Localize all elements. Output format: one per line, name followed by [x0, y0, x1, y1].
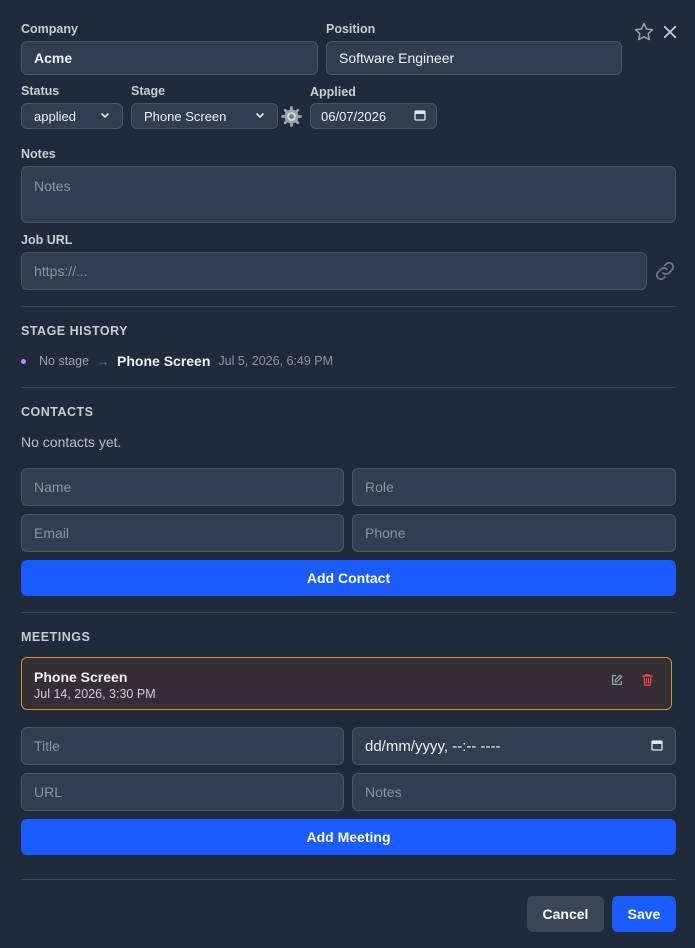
chevron-down-icon — [255, 110, 265, 123]
close-icon[interactable] — [659, 21, 681, 43]
status-select[interactable]: applied — [21, 103, 123, 129]
divider — [21, 612, 676, 613]
applied-value: 06/07/2026 — [321, 108, 387, 124]
applied-label: Applied — [310, 85, 356, 99]
calendar-icon[interactable] — [414, 109, 426, 124]
stage-history-title: STAGE HISTORY — [21, 324, 128, 338]
stage-history-entry: No stage → Phone Screen Jul 5, 2026, 6:4… — [21, 352, 333, 370]
contact-role-input[interactable]: Role — [352, 468, 676, 506]
stage-dot — [21, 358, 26, 364]
add-contact-button[interactable]: Add Contact — [21, 560, 676, 596]
divider — [21, 879, 676, 880]
company-label: Company — [21, 22, 78, 36]
company-value: Acme — [34, 50, 73, 66]
stage-label: Stage — [131, 84, 166, 98]
email-placeholder: Email — [34, 525, 70, 541]
contact-email-input[interactable]: Email — [21, 514, 344, 552]
status-label: Status — [21, 84, 60, 98]
meeting-time: Jul 14, 2026, 3:30 PM — [34, 687, 156, 701]
notes-placeholder: Notes — [34, 178, 71, 194]
stage-time: Jul 5, 2026, 6:49 PM — [218, 354, 334, 368]
role-placeholder: Role — [365, 479, 394, 495]
save-button[interactable]: Save — [612, 896, 676, 932]
status-value: applied — [34, 108, 76, 124]
job-url-placeholder: https://... — [34, 263, 88, 279]
contacts-title: CONTACTS — [21, 405, 94, 419]
arrow-right-icon: → — [97, 354, 110, 368]
gear-icon[interactable] — [281, 106, 302, 127]
calendar-icon[interactable] — [651, 738, 663, 754]
job-url-label: Job URL — [21, 233, 73, 247]
chevron-down-icon — [100, 110, 110, 123]
applied-date-input[interactable]: 06/07/2026 — [310, 103, 437, 129]
link-icon[interactable] — [653, 259, 677, 283]
company-input[interactable]: Acme — [21, 41, 318, 75]
name-placeholder: Name — [34, 479, 72, 495]
meeting-datetime-input[interactable]: dd/mm/yyyy, --:-- ---- — [352, 727, 676, 765]
add-meeting-button[interactable]: Add Meeting — [21, 819, 676, 855]
phone-placeholder: Phone — [365, 525, 406, 541]
meeting-notes-input[interactable]: Notes — [352, 773, 676, 811]
meeting-title-input[interactable]: Title — [21, 727, 344, 765]
position-value: Software Engineer — [339, 50, 455, 66]
divider — [21, 387, 676, 388]
cancel-button[interactable]: Cancel — [527, 896, 604, 932]
title-placeholder: Title — [34, 738, 60, 754]
job-url-input[interactable]: https://... — [21, 252, 647, 290]
meeting-title: Phone Screen — [34, 669, 128, 685]
meetings-title: MEETINGS — [21, 630, 91, 644]
contacts-empty-text: No contacts yet. — [21, 434, 122, 450]
meeting-notes-placeholder: Notes — [365, 784, 402, 800]
meeting-url-input[interactable]: URL — [21, 773, 344, 811]
url-placeholder: URL — [34, 784, 63, 800]
position-input[interactable]: Software Engineer — [326, 41, 622, 75]
notes-label: Notes — [21, 147, 56, 161]
stage-from: No stage — [39, 354, 90, 368]
edit-icon[interactable] — [609, 672, 625, 688]
meeting-card[interactable]: Phone Screen Jul 14, 2026, 3:30 PM — [21, 657, 672, 710]
position-label: Position — [326, 22, 376, 36]
contact-phone-input[interactable]: Phone — [352, 514, 676, 552]
stage-select[interactable]: Phone Screen — [131, 103, 278, 129]
star-icon[interactable] — [633, 21, 655, 43]
divider — [21, 306, 676, 307]
stage-to: Phone Screen — [117, 353, 211, 369]
stage-value: Phone Screen — [144, 108, 227, 124]
trash-icon[interactable] — [639, 672, 655, 688]
datetime-placeholder: dd/mm/yyyy, --:-- ---- — [365, 737, 501, 755]
contact-name-input[interactable]: Name — [21, 468, 344, 506]
notes-textarea[interactable]: Notes — [21, 166, 676, 223]
